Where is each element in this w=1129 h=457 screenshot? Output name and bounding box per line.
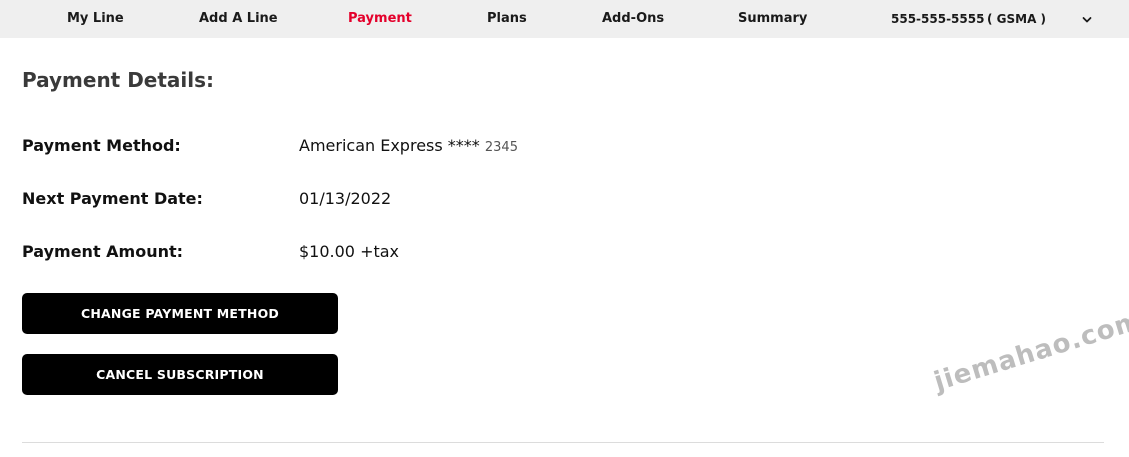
nav-tab-payment[interactable]: Payment	[348, 0, 412, 38]
payment-method-last-digits: 2345	[484, 140, 518, 155]
nav-tab-my-line[interactable]: My Line	[67, 0, 124, 38]
payment-amount-value: $10.00 +tax	[299, 242, 400, 261]
nav-tab-plans[interactable]: Plans	[487, 0, 527, 38]
nav-tab-summary[interactable]: Summary	[738, 0, 807, 38]
watermark: jiemahao.com	[930, 305, 1129, 398]
line-phone-number[interactable]: 555-555-5555	[891, 0, 984, 38]
divider	[22, 442, 1104, 443]
payment-method-value: American Express **** 2345	[299, 136, 518, 155]
change-payment-method-button[interactable]: CHANGE PAYMENT METHOD	[22, 293, 338, 334]
chevron-down-icon[interactable]	[1080, 12, 1094, 26]
next-payment-date-label: Next Payment Date:	[22, 189, 203, 208]
top-navigation: My Line Add A Line Payment Plans Add-Ons…	[0, 0, 1129, 38]
cancel-subscription-button[interactable]: CANCEL SUBSCRIPTION	[22, 354, 338, 395]
line-carrier[interactable]: ( GSMA )	[987, 0, 1046, 38]
next-payment-date-value: 01/13/2022	[299, 189, 392, 208]
payment-method-label: Payment Method:	[22, 136, 181, 155]
nav-tab-add-ons[interactable]: Add-Ons	[602, 0, 664, 38]
payment-method-card: American Express ****	[299, 136, 480, 155]
payment-amount-label: Payment Amount:	[22, 242, 184, 261]
page-title: Payment Details:	[22, 68, 215, 92]
nav-tab-add-a-line[interactable]: Add A Line	[199, 0, 278, 38]
